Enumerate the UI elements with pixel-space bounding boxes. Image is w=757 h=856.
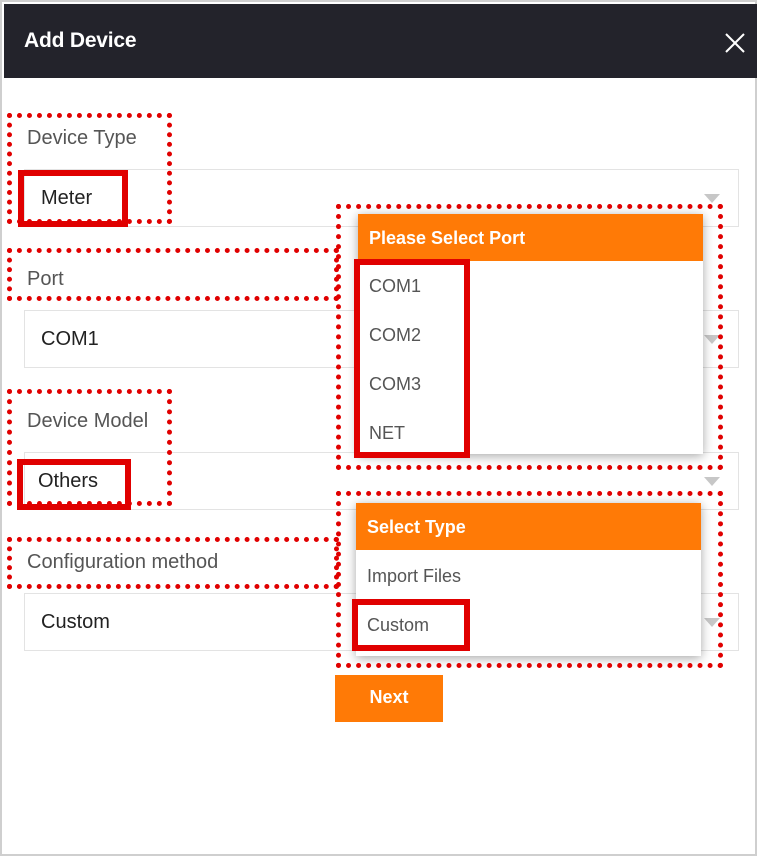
next-button[interactable]: Next <box>335 675 443 722</box>
port-dropdown-menu: Please Select Port COM1 COM2 COM3 NET <box>358 214 703 454</box>
dialog-header: Add Device <box>4 4 757 78</box>
config-method-value: Custom <box>41 611 110 633</box>
caret-down-icon <box>704 335 720 344</box>
port-option-net[interactable]: NET <box>369 423 405 444</box>
port-menu-header: Please Select Port <box>358 214 703 261</box>
port-option-com2[interactable]: COM2 <box>369 325 421 346</box>
port-value: COM1 <box>41 328 99 350</box>
dialog-title: Add Device <box>24 29 137 52</box>
type-dropdown-menu: Select Type Import Files Custom <box>356 503 701 656</box>
port-option-com1[interactable]: COM1 <box>369 276 421 297</box>
device-model-select[interactable]: Others <box>24 452 739 510</box>
caret-down-icon <box>704 194 720 203</box>
config-method-label: Configuration method <box>27 551 219 573</box>
device-type-label: Device Type <box>27 127 137 149</box>
device-type-value: Meter <box>41 187 93 209</box>
port-option-com3[interactable]: COM3 <box>369 374 421 395</box>
device-model-label: Device Model <box>27 410 149 432</box>
close-icon[interactable] <box>722 30 748 56</box>
add-device-dialog: Add Device Device Type Meter Port COM1 D… <box>0 0 757 856</box>
port-label: Port <box>27 268 64 290</box>
device-model-value: Others <box>38 470 99 492</box>
type-option-import-files[interactable]: Import Files <box>367 566 461 587</box>
caret-down-icon <box>704 618 720 627</box>
type-option-custom[interactable]: Custom <box>367 615 429 636</box>
type-menu-header: Select Type <box>356 503 701 550</box>
caret-down-icon <box>704 477 720 486</box>
